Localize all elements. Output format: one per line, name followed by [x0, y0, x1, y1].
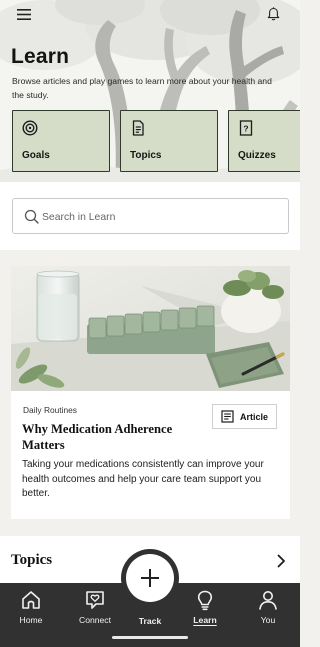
- nav-item-learn[interactable]: Learn: [180, 589, 230, 633]
- target-icon: [22, 120, 38, 136]
- nav-item-home[interactable]: Home: [6, 589, 56, 633]
- category-label: Quizzes: [238, 150, 276, 161]
- track-label: Track: [138, 616, 162, 626]
- search-input[interactable]: [42, 207, 272, 227]
- document-icon: [132, 120, 144, 136]
- chevron-right-icon[interactable]: [273, 553, 289, 569]
- nav-label: Connect: [78, 615, 111, 625]
- category-label: Goals: [22, 150, 50, 161]
- badge-label: Article: [240, 411, 269, 422]
- nav-label: You: [260, 615, 276, 625]
- person-icon: [259, 591, 277, 610]
- svg-text:?: ?: [243, 123, 248, 133]
- top-bar: [0, 0, 300, 28]
- article-icon: [221, 410, 234, 423]
- home-indicator: [112, 636, 188, 639]
- track-button[interactable]: [126, 554, 174, 602]
- article-type-badge: Article: [212, 404, 277, 429]
- quiz-icon: ?: [239, 120, 253, 136]
- category-cards: Goals Topics ? Quizzes: [12, 110, 300, 172]
- nav-label: Home: [19, 615, 43, 625]
- nav-item-you[interactable]: You: [243, 589, 293, 633]
- page-intro: Browse articles and play games to learn …: [12, 76, 272, 100]
- article-category: Daily Routines: [23, 405, 77, 415]
- nav-item-connect[interactable]: Connect: [70, 589, 120, 633]
- notifications-button[interactable]: [263, 4, 283, 24]
- hero-header: Learn Browse articles and play games to …: [0, 0, 300, 182]
- page-title: Learn: [11, 45, 70, 68]
- category-label: Topics: [130, 150, 162, 161]
- category-card-topics[interactable]: Topics: [120, 110, 218, 172]
- category-card-quizzes[interactable]: ? Quizzes: [228, 110, 300, 172]
- search-box[interactable]: [12, 198, 289, 234]
- heart-chat-icon: [86, 591, 104, 609]
- menu-button[interactable]: [14, 5, 34, 23]
- search-icon: [24, 209, 39, 224]
- bell-icon: [267, 7, 279, 21]
- article-title[interactable]: Why Medication Adherence Matters: [22, 421, 202, 453]
- nav-label: Learn: [193, 615, 217, 625]
- home-icon: [22, 591, 40, 609]
- section-title: Topics: [11, 552, 53, 568]
- article-description: Taking your medications consistently can…: [22, 459, 264, 500]
- plus-icon: [141, 569, 159, 587]
- lightbulb-icon: [197, 590, 213, 611]
- pill-organizer-photo: [11, 266, 290, 391]
- menu-icon: [17, 8, 31, 20]
- search-section: [0, 182, 300, 250]
- category-card-goals[interactable]: Goals: [12, 110, 110, 172]
